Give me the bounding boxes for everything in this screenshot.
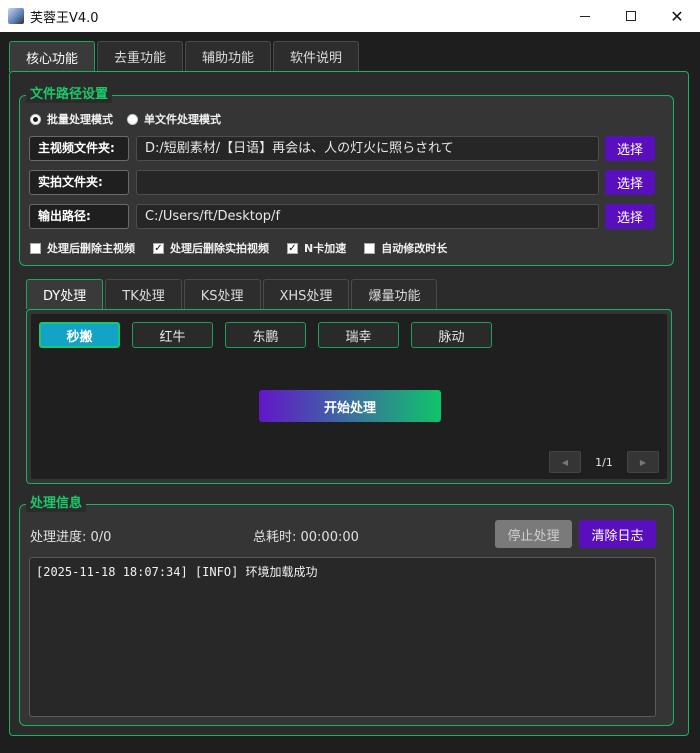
- tab-ks[interactable]: KS处理: [183, 279, 261, 309]
- checkbox-unchecked-icon: [364, 242, 376, 254]
- main-video-folder-field[interactable]: D:/短剧素材/【日语】再会は、人の灯火に照らされて: [136, 136, 599, 161]
- batch-mode-label: 批量处理模式: [47, 113, 113, 126]
- tab-xhs[interactable]: XHS处理: [262, 279, 350, 309]
- title-bar: 芙蓉王V4.0 ✕: [0, 0, 700, 32]
- tab-dedup[interactable]: 去重功能: [97, 41, 184, 71]
- live-shot-folder-field[interactable]: [136, 170, 599, 195]
- tab-core[interactable]: 核心功能: [9, 41, 96, 72]
- live-shot-folder-select-button[interactable]: 选择: [605, 170, 655, 195]
- live-shot-folder-label: 实拍文件夹:: [29, 170, 129, 195]
- main-tab-bar: 核心功能 去重功能 辅助功能 软件说明: [9, 41, 360, 72]
- delete-main-video-checkbox[interactable]: 处理后删除主视频: [30, 240, 135, 256]
- auto-duration-checkbox[interactable]: 自动修改时长: [364, 240, 447, 256]
- chevron-right-icon: ▶: [639, 457, 647, 467]
- window-controls: ✕: [562, 0, 700, 32]
- nvidia-acceleration-checkbox[interactable]: ✓ N卡加速: [287, 240, 346, 256]
- tab-help[interactable]: 软件说明: [273, 41, 360, 71]
- output-path-label: 输出路径:: [29, 204, 129, 229]
- live-shot-folder-row: 实拍文件夹: 选择: [29, 170, 656, 196]
- chevron-left-icon: ◀: [561, 457, 569, 467]
- app-icon: [8, 8, 24, 24]
- radio-checked-icon: [30, 113, 41, 125]
- log-output[interactable]: [2025-11-18 18:07:34] [INFO] 环境加载成功: [29, 557, 656, 717]
- dy-panel: 秒搬 红牛 东鹏 瑞幸 脉动 开始处理 ◀ 1/1 ▶: [26, 309, 672, 484]
- minimize-icon: [580, 15, 590, 17]
- delete-live-video-checkbox[interactable]: ✓ 处理后删除实拍视频: [153, 240, 269, 256]
- dy-panel-content: 秒搬 红牛 东鹏 瑞幸 脉动 开始处理 ◀ 1/1 ▶: [31, 314, 667, 479]
- start-processing-button[interactable]: 开始处理: [259, 390, 441, 422]
- main-video-folder-label: 主视频文件夹:: [29, 136, 129, 161]
- delete-live-video-label: 处理后删除实拍视频: [170, 242, 269, 255]
- auto-duration-label: 自动修改时长: [381, 242, 448, 255]
- preset-ruixing-button[interactable]: 瑞幸: [318, 322, 399, 348]
- path-settings-title: 文件路径设置: [26, 87, 113, 103]
- delete-main-video-label: 处理后删除主视频: [47, 242, 135, 255]
- processing-info-group: 处理信息 处理进度: 0/0 总耗时: 00:00:00 停止处理 清除日志 […: [19, 496, 674, 726]
- single-mode-radio[interactable]: 单文件处理模式: [127, 111, 221, 127]
- stop-processing-button[interactable]: 停止处理: [495, 520, 572, 548]
- preset-hongniu-button[interactable]: 红牛: [132, 322, 213, 348]
- prev-page-button[interactable]: ◀: [549, 451, 581, 473]
- minimize-button[interactable]: [562, 0, 608, 32]
- core-panel: 文件路径设置 批量处理模式 单文件处理模式 主视频文件夹: D:/短剧素材/【日…: [9, 71, 689, 736]
- page-indicator: 1/1: [595, 455, 613, 469]
- client-area: 核心功能 去重功能 辅助功能 软件说明 文件路径设置 批量处理模式 单文件处理模…: [0, 32, 700, 753]
- maximize-icon: [626, 11, 636, 21]
- main-video-folder-select-button[interactable]: 选择: [605, 136, 655, 161]
- preset-buttons: 秒搬 红牛 东鹏 瑞幸 脉动: [39, 322, 492, 348]
- output-path-row: 输出路径: C:/Users/ft/Desktop/f 选择: [29, 204, 656, 230]
- path-settings-group: 文件路径设置 批量处理模式 单文件处理模式 主视频文件夹: D:/短剧素材/【日…: [19, 87, 674, 266]
- output-path-field[interactable]: C:/Users/ft/Desktop/f: [136, 204, 599, 229]
- mode-selector: 批量处理模式 单文件处理模式: [30, 111, 221, 127]
- preset-miaoban-button[interactable]: 秒搬: [39, 322, 120, 348]
- options-row: 处理后删除主视频 ✓ 处理后删除实拍视频 ✓ N卡加速 自动修改时长: [30, 240, 447, 256]
- checkbox-unchecked-icon: [30, 242, 41, 254]
- tab-dy[interactable]: DY处理: [26, 279, 104, 309]
- elapsed-time-text: 总耗时: 00:00:00: [253, 530, 359, 545]
- next-page-button[interactable]: ▶: [627, 451, 659, 473]
- progress-text: 处理进度: 0/0: [30, 530, 112, 545]
- preset-maidong-button[interactable]: 脉动: [411, 322, 492, 348]
- maximize-button[interactable]: [608, 0, 654, 32]
- checkbox-checked-icon: ✓: [287, 242, 298, 254]
- single-mode-label: 单文件处理模式: [144, 113, 221, 126]
- close-button[interactable]: ✕: [654, 0, 700, 32]
- checkbox-checked-icon: ✓: [153, 242, 164, 254]
- pager: ◀ 1/1 ▶: [549, 451, 659, 473]
- tab-tk[interactable]: TK处理: [105, 279, 182, 309]
- clear-log-button[interactable]: 清除日志: [579, 520, 656, 548]
- radio-unchecked-icon: [127, 113, 138, 125]
- processing-info-title: 处理信息: [26, 496, 87, 512]
- log-line: [2025-11-18 18:07:34] [INFO] 环境加载成功: [36, 565, 318, 579]
- output-path-select-button[interactable]: 选择: [605, 204, 655, 229]
- platform-tab-bar: DY处理 TK处理 KS处理 XHS处理 爆量功能: [26, 279, 438, 309]
- tab-viral[interactable]: 爆量功能: [351, 279, 438, 309]
- main-video-folder-row: 主视频文件夹: D:/短剧素材/【日语】再会は、人の灯火に照らされて 选择: [29, 136, 656, 162]
- window-title: 芙蓉王V4.0: [30, 10, 99, 26]
- close-icon: ✕: [670, 6, 684, 26]
- tab-auxiliary[interactable]: 辅助功能: [185, 41, 272, 71]
- preset-dongpeng-button[interactable]: 东鹏: [225, 322, 306, 348]
- batch-mode-radio[interactable]: 批量处理模式: [30, 111, 113, 127]
- nvidia-acceleration-label: N卡加速: [304, 242, 347, 255]
